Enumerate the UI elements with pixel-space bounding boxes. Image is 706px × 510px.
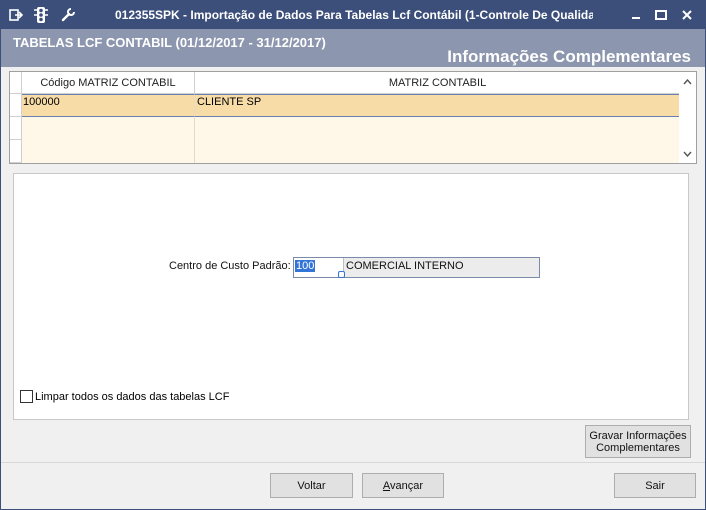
tables-period-title: TABELAS LCF CONTABIL (01/12/2017 - 31/12… xyxy=(13,35,326,50)
centro-custo-label: Centro de Custo Padrão: xyxy=(169,260,291,272)
clear-tables-option[interactable]: Limpar todos os dados das tabelas LCF xyxy=(20,390,229,403)
grid-vertical-scrollbar[interactable] xyxy=(679,72,696,163)
grid-header: Código MATRIZ CONTABIL MATRIZ CONTABIL xyxy=(10,72,680,94)
back-button[interactable]: Voltar xyxy=(270,473,353,498)
row-indicator[interactable] xyxy=(10,117,22,140)
title-bar: 012355SPK - Importação de Dados Para Tab… xyxy=(1,1,705,29)
next-button-label: Avançar xyxy=(383,480,423,492)
clear-tables-label[interactable]: Limpar todos os dados das tabelas LCF xyxy=(35,391,229,403)
exit-icon[interactable] xyxy=(7,6,25,24)
footer-bar xyxy=(1,462,705,509)
row-indicator[interactable] xyxy=(10,94,22,117)
centro-custo-code-value[interactable]: 100 xyxy=(295,260,316,272)
matriz-grid[interactable]: Código MATRIZ CONTABIL MATRIZ CONTABIL 1… xyxy=(9,71,697,164)
window-title: 012355SPK - Importação de Dados Para Tab… xyxy=(115,8,593,22)
wrench-icon[interactable] xyxy=(59,6,77,24)
main-window: 012355SPK - Importação de Dados Para Tab… xyxy=(0,0,706,510)
traffic-light-icon[interactable] xyxy=(32,6,50,24)
maximize-icon[interactable] xyxy=(651,6,671,24)
cell-matriz[interactable]: CLIENTE SP xyxy=(195,94,680,117)
clear-tables-checkbox[interactable] xyxy=(20,390,33,403)
row-indicator-header xyxy=(10,72,22,94)
save-button-label-line2: Complementares xyxy=(596,441,680,454)
centro-custo-lookup[interactable]: 100 COMERCIAL INTERNO xyxy=(293,257,540,278)
column-header-matriz[interactable]: MATRIZ CONTABIL xyxy=(195,72,680,94)
table-row-empty[interactable] xyxy=(10,117,680,140)
column-header-codigo[interactable]: Código MATRIZ CONTABIL xyxy=(22,72,195,94)
minimize-icon[interactable] xyxy=(626,6,646,24)
back-button-label: Voltar xyxy=(297,479,326,492)
scroll-down-icon[interactable] xyxy=(679,146,696,162)
save-complementary-info-button[interactable]: Gravar Informações Complementares xyxy=(585,425,691,458)
cell-codigo-empty[interactable] xyxy=(22,140,195,163)
table-row[interactable]: 100000 CLIENTE SP xyxy=(10,94,680,117)
cell-matriz-empty[interactable] xyxy=(195,140,680,163)
page-title: Informações Complementares xyxy=(447,47,691,66)
complementary-info-panel: Centro de Custo Padrão: 100 COMERCIAL IN… xyxy=(13,173,689,420)
next-button-mnemonic: A xyxy=(382,479,391,492)
lookup-handle-icon[interactable] xyxy=(338,271,345,278)
cell-codigo[interactable]: 100000 xyxy=(22,94,195,117)
scroll-up-icon[interactable] xyxy=(679,74,696,90)
exit-button-label: Sair xyxy=(645,479,665,492)
header-band: TABELAS LCF CONTABIL (01/12/2017 - 31/12… xyxy=(1,29,705,67)
table-row-empty[interactable] xyxy=(10,140,680,163)
close-icon[interactable] xyxy=(677,6,697,24)
save-button-label-line1: Gravar Informações xyxy=(589,429,687,442)
row-indicator[interactable] xyxy=(10,140,22,163)
next-button[interactable]: Avançar xyxy=(362,473,444,498)
exit-button[interactable]: Sair xyxy=(614,473,696,498)
centro-custo-code-input[interactable]: 100 xyxy=(294,258,344,277)
cell-codigo-empty[interactable] xyxy=(22,117,195,140)
centro-custo-description: COMERCIAL INTERNO xyxy=(346,260,464,272)
cell-matriz-empty[interactable] xyxy=(195,117,680,140)
next-button-label-rest: vançar xyxy=(390,479,424,492)
